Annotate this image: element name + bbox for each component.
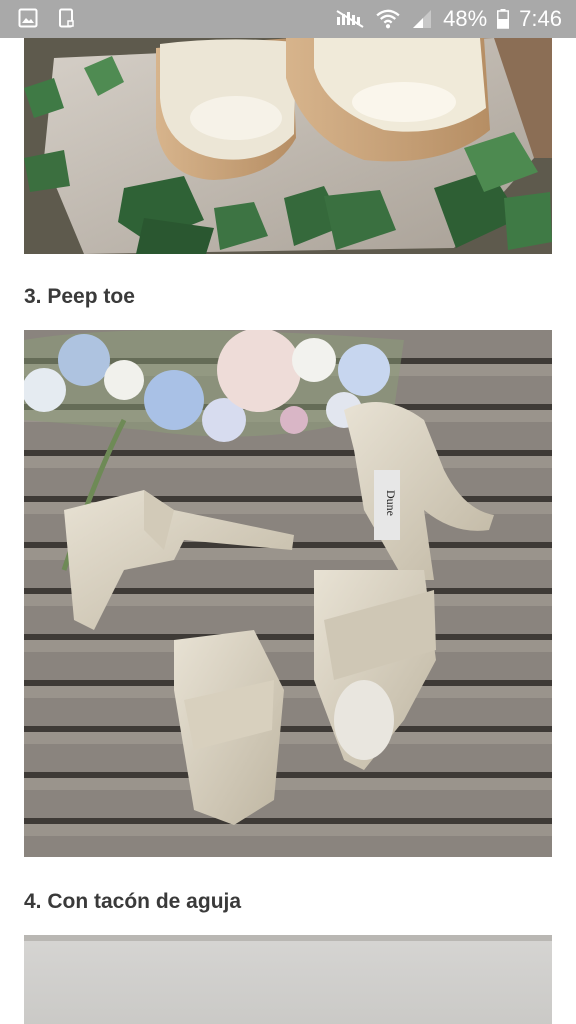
peep-toe-sandals-photo[interactable]: Dune bbox=[24, 330, 552, 857]
gallery-icon bbox=[18, 8, 38, 28]
mute-icon bbox=[336, 10, 364, 28]
tablet-icon bbox=[59, 8, 74, 28]
signal-icon bbox=[413, 10, 432, 28]
clock-time: 7:46 bbox=[519, 6, 562, 31]
wedge-sandals-photo[interactable] bbox=[24, 38, 552, 254]
stiletto-photo[interactable] bbox=[24, 935, 552, 1024]
section-heading-peep-toe: 3. Peep toe bbox=[24, 285, 135, 308]
status-bar: 48% 7:46 bbox=[0, 0, 576, 38]
battery-icon bbox=[497, 9, 510, 29]
brand-label: Dune bbox=[384, 490, 398, 516]
wifi-icon bbox=[376, 9, 400, 29]
battery-percent: 48% bbox=[443, 6, 488, 31]
section-heading-stiletto: 4. Con tacón de aguja bbox=[24, 890, 242, 913]
article-content: 3. Peep toe Dune 4. Con tacón de aguja bbox=[0, 38, 576, 1024]
